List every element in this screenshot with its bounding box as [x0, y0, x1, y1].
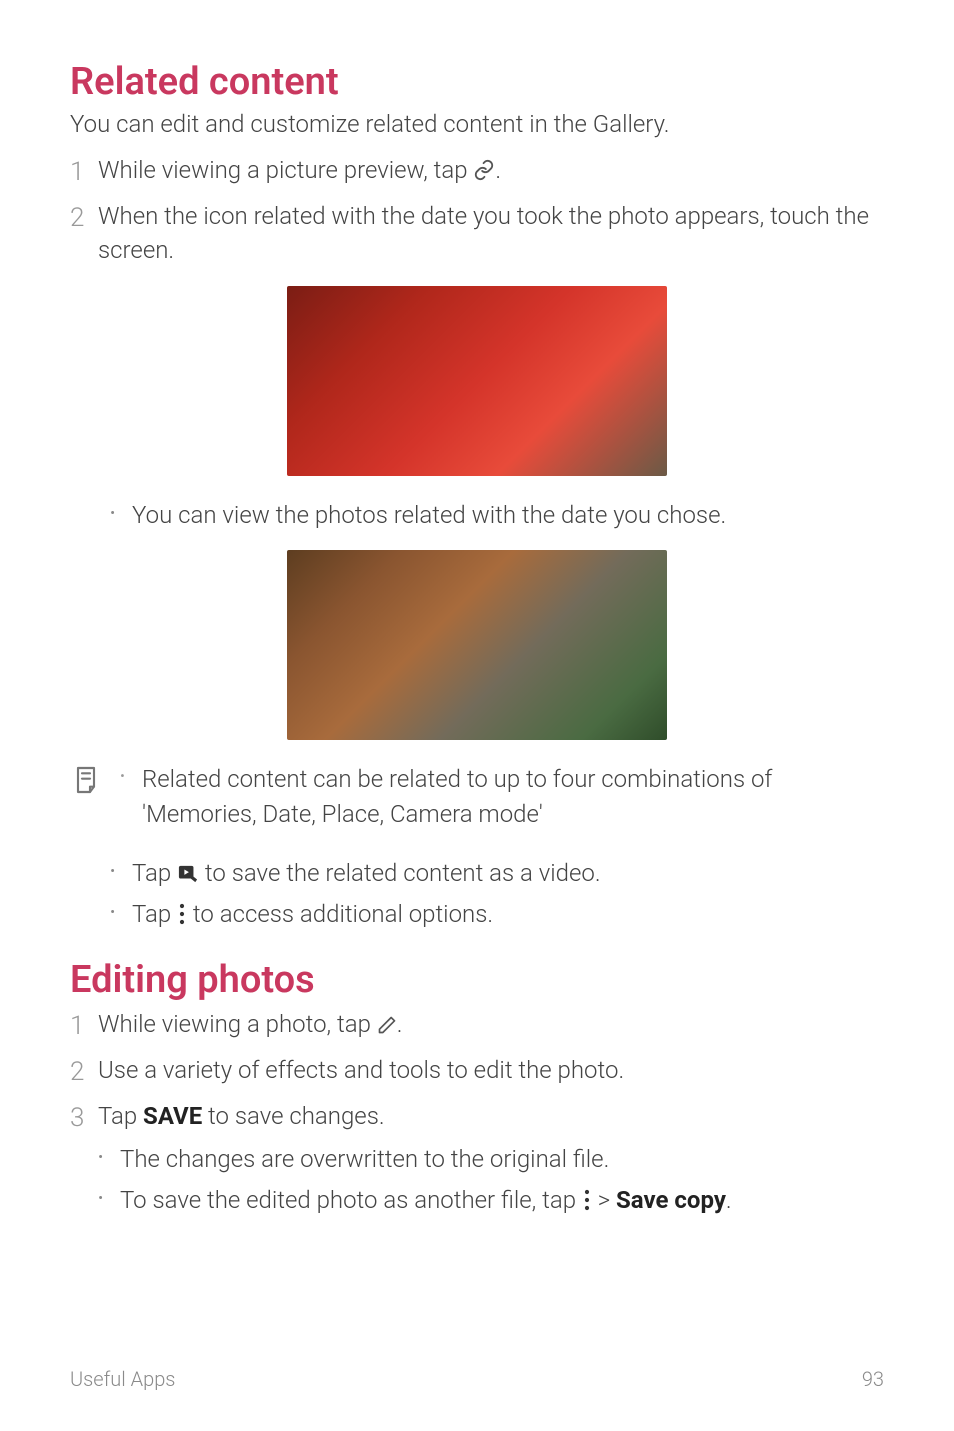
bullet-save-video: • Tap to save the related content as a v… [110, 856, 884, 891]
text-before: Tap [132, 859, 177, 887]
step-number: 1 [70, 154, 98, 190]
text-after: . [726, 1186, 732, 1214]
step-number: 2 [70, 1054, 98, 1090]
sub-bullet-overwrite: • The changes are overwritten to the ori… [98, 1142, 884, 1177]
screenshot-preview-related [70, 286, 884, 476]
step-number: 3 [70, 1100, 98, 1223]
save-copy-label: Save copy [616, 1186, 726, 1214]
section-editing-photos: Editing photos 1 While viewing a photo, … [70, 958, 884, 1224]
step-number: 2 [70, 200, 98, 267]
step-2: 2 Use a variety of effects and tools to … [70, 1054, 884, 1090]
heading-related-content: Related content [70, 60, 884, 104]
text-before: To save the edited photo as another file… [120, 1186, 582, 1214]
bullets-related-2: • Tap to save the related content as a v… [70, 856, 884, 932]
step-number: 1 [70, 1008, 98, 1044]
link-icon [473, 159, 495, 181]
page-footer: Useful Apps 93 [70, 1367, 884, 1391]
bullet-view-date-photos: • You can view the photos related with t… [110, 498, 884, 533]
bullet-more-options: • Tap to access additional options. [110, 897, 884, 932]
screenshot-related-grid [70, 550, 884, 740]
text-before: Tap [98, 1102, 143, 1130]
bullet-marker: • [120, 762, 142, 832]
note-related-combinations: • Related content can be related to up t… [70, 762, 884, 838]
screenshot-image [287, 286, 667, 476]
bullet-marker: • [98, 1142, 120, 1177]
step-body: When the icon related with the date you … [98, 200, 884, 267]
pencil-icon [377, 1015, 397, 1035]
note-content: • Related content can be related to up t… [120, 762, 884, 838]
text-after: to save changes. [202, 1102, 384, 1130]
sub-bullets-step3: • The changes are overwritten to the ori… [98, 1142, 884, 1218]
step-body: While viewing a picture preview, tap . [98, 154, 884, 190]
step-3: 3 Tap SAVE to save changes. • The change… [70, 1100, 884, 1223]
page-root: Related content You can edit and customi… [0, 0, 954, 1431]
heading-editing-photos: Editing photos [70, 958, 884, 1002]
bullet-body: To save the edited photo as another file… [120, 1183, 732, 1218]
footer-section-name: Useful Apps [70, 1367, 175, 1391]
gt-separator: > [592, 1186, 616, 1214]
text-before: While viewing a photo, tap [98, 1010, 377, 1038]
bullet-marker: • [110, 498, 132, 533]
save-video-icon [177, 864, 199, 884]
step-text-after: . [495, 156, 501, 184]
step-2: 2 When the icon related with the date yo… [70, 200, 884, 267]
save-label: SAVE [143, 1102, 202, 1130]
footer-page-number: 93 [862, 1367, 884, 1391]
step-body: Tap SAVE to save changes. • The changes … [98, 1100, 884, 1223]
intro-related-content: You can edit and customize related conte… [70, 110, 884, 138]
note-text: Related content can be related to up to … [142, 762, 884, 832]
bullet-body: Tap to access additional options. [132, 897, 493, 932]
note-bullet: • Related content can be related to up t… [120, 762, 884, 832]
bullet-marker: • [110, 856, 132, 891]
text-after: to save the related content as a video. [205, 859, 601, 887]
text-after: to access additional options. [193, 900, 493, 928]
step-text-before: While viewing a picture preview, tap [98, 156, 473, 184]
bullet-body: Tap to save the related content as a vid… [132, 856, 601, 891]
bullet-text: You can view the photos related with the… [132, 498, 726, 533]
screenshot-image [287, 550, 667, 740]
step-body: Use a variety of effects and tools to ed… [98, 1054, 884, 1090]
note-icon [70, 762, 102, 838]
step-body: While viewing a photo, tap . [98, 1008, 884, 1044]
step-1: 1 While viewing a photo, tap . [70, 1008, 884, 1044]
more-options-icon [177, 903, 187, 925]
bullets-related-1: • You can view the photos related with t… [70, 498, 884, 533]
bullet-marker: • [98, 1183, 120, 1218]
more-options-icon [582, 1189, 592, 1211]
text-after: . [397, 1010, 403, 1038]
step-1: 1 While viewing a picture preview, tap . [70, 154, 884, 190]
steps-editing-photos: 1 While viewing a photo, tap . 2 Use a v… [70, 1008, 884, 1224]
bullet-marker: • [110, 897, 132, 932]
bullet-text: The changes are overwritten to the origi… [120, 1142, 609, 1177]
text-before: Tap [132, 900, 177, 928]
sub-bullet-save-copy: • To save the edited photo as another fi… [98, 1183, 884, 1218]
steps-related-content: 1 While viewing a picture preview, tap .… [70, 154, 884, 268]
